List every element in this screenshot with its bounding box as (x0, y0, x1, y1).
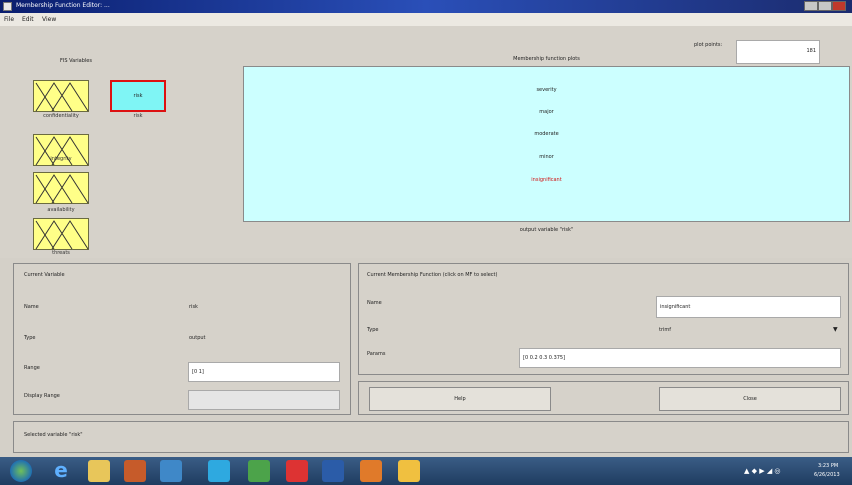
tray-icons[interactable]: ▲ ◆ ▶ ◢ ◎ (744, 467, 781, 475)
window-controls (804, 1, 848, 11)
current-variable-title: Current Variable (24, 272, 65, 278)
help-button[interactable]: Help (369, 387, 551, 411)
close-button[interactable]: Close (659, 387, 841, 411)
menu-edit[interactable]: Edit (22, 16, 34, 23)
current-mf-panel: Current Membership Function (click on MF… (358, 263, 849, 375)
fis-input-label: availability (47, 207, 75, 213)
matlab-icon[interactable] (360, 460, 382, 482)
fis-output-risk[interactable]: risk (110, 80, 166, 112)
mf-label-moderate[interactable]: moderate (244, 131, 849, 137)
current-mf-title: Current Membership Function (click on MF… (367, 272, 498, 278)
var-type-label: Type (24, 335, 36, 341)
skype-icon[interactable] (208, 460, 230, 482)
fis-input-availability[interactable] (33, 172, 89, 204)
close-window-button[interactable] (832, 1, 846, 11)
system-tray: ▲ ◆ ▶ ◢ ◎ 3:23 PM 6/26/2013 (738, 461, 848, 481)
fis-input-label: integrity (50, 156, 72, 162)
explorer-window-icon[interactable] (398, 460, 420, 482)
dropdown-arrow-icon[interactable]: ▼ (833, 326, 838, 333)
mf-label-minor[interactable]: minor (244, 154, 849, 160)
status-text: Selected variable "risk" (24, 432, 83, 438)
window-title: Membership Function Editor: ... (16, 2, 110, 9)
clock-time[interactable]: 3:23 PM (818, 463, 838, 469)
mf-label-insignificant[interactable]: insignificant (244, 177, 849, 183)
plot-variable-caption: output variable "risk" (519, 227, 574, 233)
mf-type-select[interactable]: trimf (659, 327, 671, 333)
fis-input-label: threats (52, 250, 70, 256)
word-icon[interactable] (322, 460, 344, 482)
menu-file[interactable]: File (4, 16, 14, 23)
mf-shape-icon (35, 136, 89, 166)
current-variable-panel: Current Variable Name risk Type output R… (13, 263, 351, 415)
display-range-label: Display Range (24, 393, 60, 399)
fis-variables-title: FIS Variables (60, 58, 92, 64)
mf-shape-icon (35, 174, 89, 204)
mf-label-major[interactable]: major (244, 109, 849, 115)
folder-icon[interactable] (88, 460, 110, 482)
app-icon (3, 2, 12, 11)
fis-output-label: risk (133, 113, 143, 119)
fis-input-label: confidentiality (43, 113, 79, 119)
fis-input-confidentiality[interactable] (33, 80, 89, 112)
plot-points-label: plot points: (694, 42, 723, 48)
mf-label-severity[interactable]: severity (244, 87, 849, 93)
internet-explorer-icon[interactable]: e (50, 460, 72, 482)
title-bar: Membership Function Editor: ... (0, 0, 852, 13)
display-range-input[interactable] (188, 390, 340, 410)
menu-view[interactable]: View (42, 16, 56, 23)
menu-bar: File Edit View (0, 13, 852, 27)
taskbar: e ▲ ◆ ▶ ◢ ◎ 3:23 PM 6/26/2013 (0, 457, 852, 485)
mf-shape-icon (35, 220, 89, 250)
media-player-icon[interactable] (124, 460, 146, 482)
params-input[interactable]: [0 0.2 0.3 0.375] (519, 348, 841, 368)
var-range-label: Range (24, 365, 40, 371)
var-name-label: Name (24, 304, 39, 310)
clock-date[interactable]: 6/26/2013 (814, 472, 840, 478)
params-label: Params (367, 351, 386, 357)
minimize-button[interactable] (804, 1, 818, 11)
paint-icon[interactable] (248, 460, 270, 482)
status-bar: Selected variable "risk" (13, 421, 849, 453)
fis-input-threats[interactable] (33, 218, 89, 250)
button-panel: Help Close (358, 381, 849, 415)
mf-type-label: Type (367, 327, 379, 333)
var-name-value: risk (189, 304, 198, 310)
mf-shape-icon (35, 82, 89, 112)
membership-plot-area[interactable]: severity major moderate minor insignific… (243, 66, 850, 222)
app-icon-bluebird[interactable] (160, 460, 182, 482)
start-button-icon[interactable] (10, 460, 32, 482)
mf-name-label: Name (367, 300, 382, 306)
mf-name-input[interactable]: insignificant (656, 296, 841, 318)
var-type-value: output (189, 335, 206, 341)
maximize-button[interactable] (818, 1, 832, 11)
plot-title: Membership function plots (513, 56, 580, 62)
range-input[interactable]: [0 1] (188, 362, 340, 382)
pdf-reader-icon[interactable] (286, 460, 308, 482)
